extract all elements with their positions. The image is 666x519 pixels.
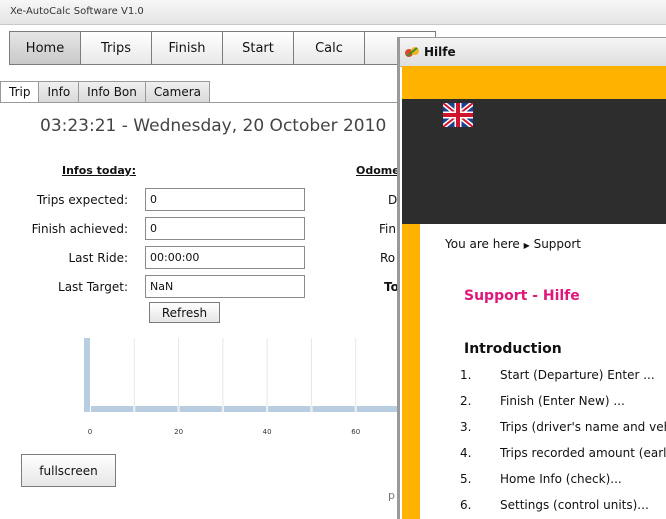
last-ride-label: Last Ride:	[68, 251, 128, 265]
list-item-text: Settings (control units)...	[500, 498, 649, 512]
list-item-text: Trips recorded amount (early b	[500, 446, 666, 460]
chart-x-tick-label: 20	[174, 428, 183, 436]
chart-x-tick-label: 40	[263, 428, 272, 436]
nav-trips-button[interactable]: Trips	[80, 31, 152, 65]
breadcrumb-current[interactable]: Support	[534, 237, 581, 251]
help-header-band	[402, 66, 666, 99]
nav-start-button[interactable]: Start	[222, 31, 294, 65]
list-item-text: Finish (Enter New) ...	[500, 394, 625, 408]
tab-info-bon[interactable]: Info Bon	[78, 81, 146, 103]
list-item-number: 6.	[460, 498, 472, 512]
last-ride-field[interactable]: 00:00:00	[145, 246, 305, 269]
tab-info[interactable]: Info	[38, 81, 80, 103]
trips-expected-field[interactable]: 0	[145, 188, 305, 211]
nav-calc-button[interactable]: Calc	[293, 31, 365, 65]
refresh-button[interactable]: Refresh	[149, 302, 220, 323]
infos-today-title: Infos today:	[62, 164, 136, 177]
help-window: Hilfe You are here ▶ Support Support - H…	[397, 37, 666, 519]
tab-camera[interactable]: Camera	[144, 81, 210, 103]
footer-text: p	[388, 489, 395, 502]
tab-bar: Trip Info Info Bon Camera	[0, 81, 210, 103]
odometer-label-fin: Fin	[379, 222, 396, 236]
chart-bar	[91, 406, 134, 412]
chart-bar	[356, 406, 399, 412]
chart-bar	[312, 406, 355, 412]
fullscreen-button[interactable]: fullscreen	[21, 454, 116, 487]
breadcrumb: You are here ▶ Support	[445, 237, 581, 251]
list-item-text: Home Info (check)...	[500, 472, 622, 486]
finish-achieved-label: Finish achieved:	[31, 222, 128, 236]
chart-bars	[91, 406, 399, 412]
odometer-label-ro: Ro	[380, 251, 396, 265]
tab-trip[interactable]: Trip	[0, 81, 40, 103]
tab-divider	[0, 102, 400, 103]
nav-finish-button[interactable]: Finish	[151, 31, 223, 65]
finish-achieved-field[interactable]: 0	[145, 217, 305, 240]
app-title: Xe-AutoCalc Software V1.0	[10, 6, 144, 17]
chart-bar	[223, 406, 267, 412]
odometer-title: Odome	[356, 164, 400, 177]
introduction-heading: Introduction	[464, 341, 562, 357]
breadcrumb-prefix: You are here	[445, 237, 520, 251]
uk-flag-icon[interactable]	[443, 103, 473, 127]
trip-chart: 0 20 40 60	[84, 338, 399, 436]
support-heading: Support - Hilfe	[464, 288, 580, 304]
list-item-number: 4.	[460, 446, 472, 460]
chart-ticks: 0 20 40 60	[88, 428, 360, 436]
last-target-label: Last Target:	[58, 280, 128, 294]
help-banner	[402, 99, 666, 224]
chart-y-axis	[84, 338, 90, 412]
chart-x-tick-label: 0	[88, 428, 92, 436]
help-title: Hilfe	[424, 45, 456, 59]
last-target-field[interactable]: NaN	[145, 275, 305, 298]
main-titlebar: Xe-AutoCalc Software V1.0	[0, 0, 666, 25]
trips-expected-label: Trips expected:	[36, 193, 128, 207]
chart-bar	[135, 406, 178, 412]
main-navbar: Home Trips Finish Start Calc	[9, 31, 436, 65]
current-datetime: 03:23:21 - Wednesday, 20 October 2010	[40, 116, 387, 136]
odometer-label-d: D	[388, 193, 398, 207]
help-app-icon	[405, 47, 419, 57]
list-item-number: 1.	[460, 368, 472, 382]
chart-bar	[268, 406, 311, 412]
list-item-number: 2.	[460, 394, 472, 408]
list-item-text: Start (Departure) Enter ...	[500, 368, 655, 382]
help-content: You are here ▶ Support Support - Hilfe I…	[420, 224, 666, 519]
help-titlebar[interactable]: Hilfe	[400, 38, 666, 67]
list-item-text: Trips (driver's name and vehicl	[500, 420, 666, 434]
nav-home-button[interactable]: Home	[9, 31, 81, 65]
chart-grid	[84, 338, 357, 412]
list-item-number: 5.	[460, 472, 472, 486]
chart-x-tick-label: 60	[351, 428, 360, 436]
list-item-number: 3.	[460, 420, 472, 434]
breadcrumb-arrow-icon: ▶	[523, 241, 530, 250]
chart-bar	[179, 406, 222, 412]
